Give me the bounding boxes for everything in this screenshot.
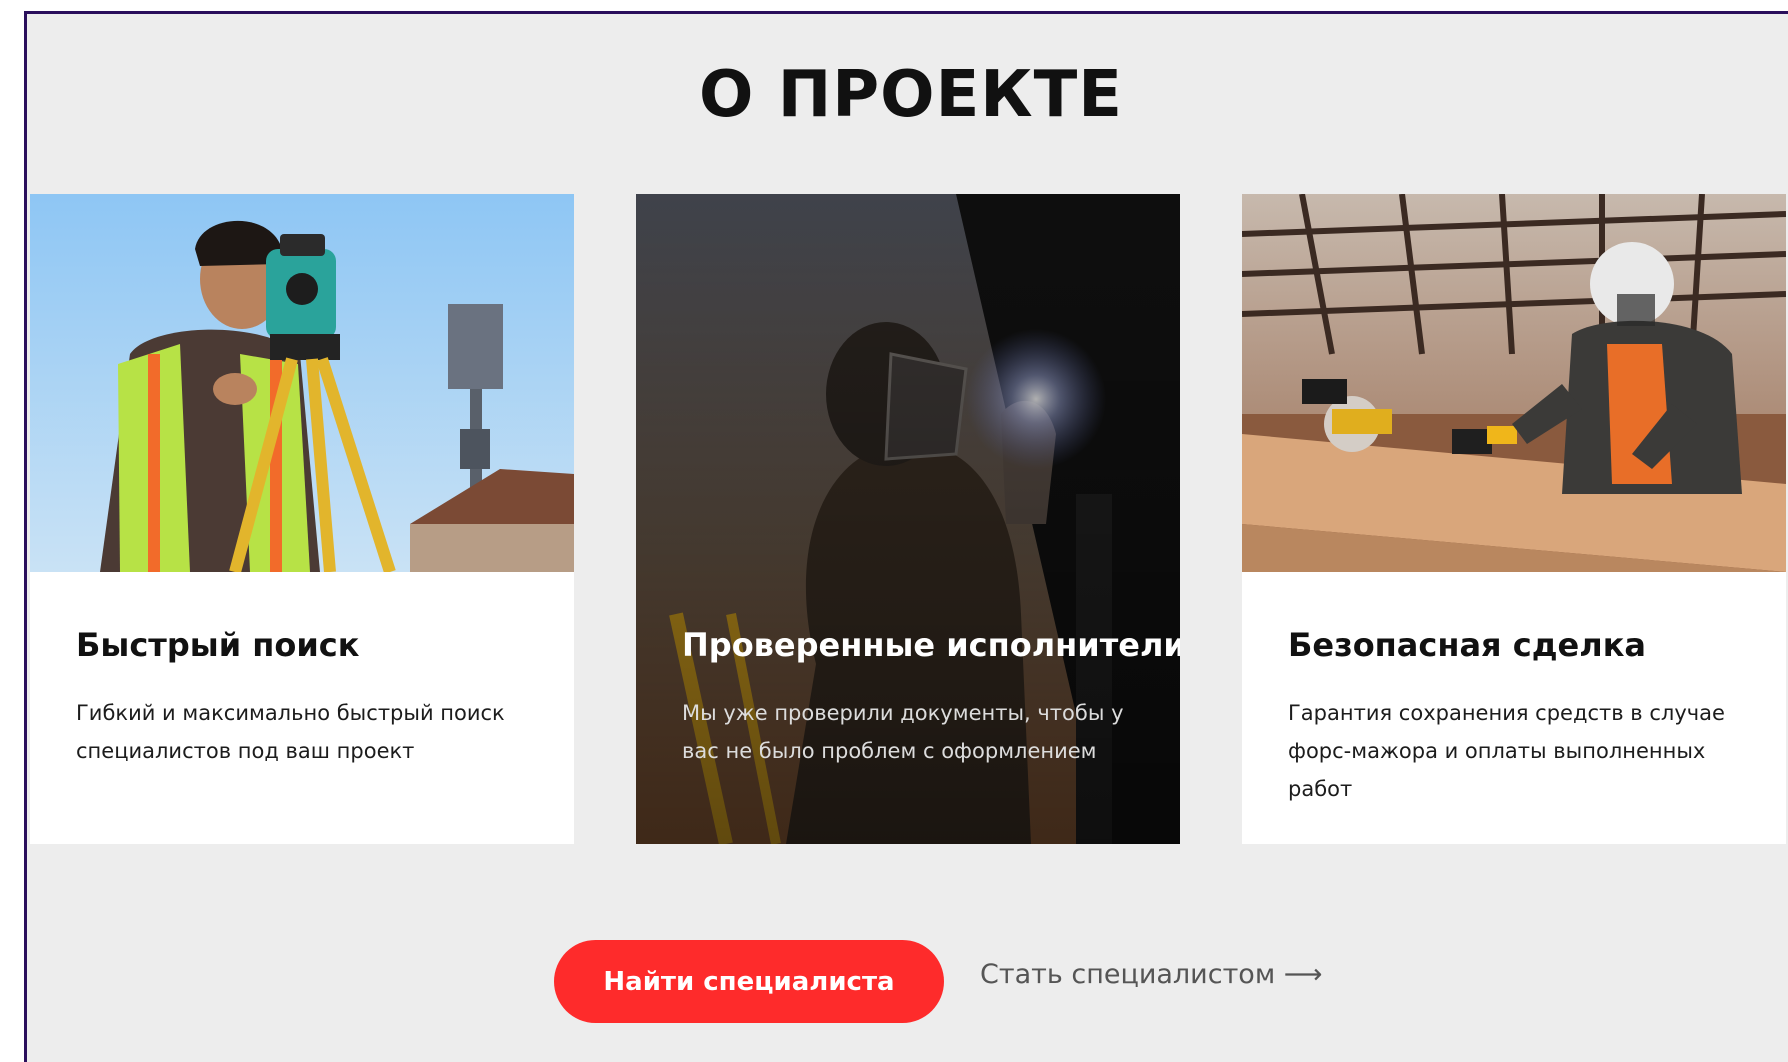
feature-card-fast-search: Быстрый поиск Гибкий и максимально быстр… <box>30 194 574 844</box>
section-title: О ПРОЕКТЕ <box>699 58 1123 132</box>
surveyor-photo <box>30 194 574 572</box>
card-title: Проверенные исполнители <box>682 626 1180 664</box>
find-specialist-button[interactable]: Найти специалиста <box>554 940 944 1023</box>
become-specialist-link[interactable]: Стать специалистом ⟶ <box>980 959 1322 990</box>
about-section: О ПРОЕКТЕ Быстрый поиск Гибкий и максима… <box>24 11 1788 1062</box>
carpenter-photo <box>1242 194 1786 572</box>
feature-card-verified-contractors: Проверенные исполнители Мы уже проверили… <box>636 194 1180 844</box>
feature-card-safe-deal: Безопасная сделка Гарантия сохранения ср… <box>1242 194 1786 844</box>
card-description: Мы уже проверили документы, чтобы у вас … <box>682 701 1124 763</box>
card-description: Гарантия сохранения средств в случае фор… <box>1288 701 1725 801</box>
card-description: Гибкий и максимально быстрый поиск специ… <box>76 701 505 763</box>
card-title: Быстрый поиск <box>76 626 360 664</box>
card-title: Безопасная сделка <box>1288 626 1646 664</box>
